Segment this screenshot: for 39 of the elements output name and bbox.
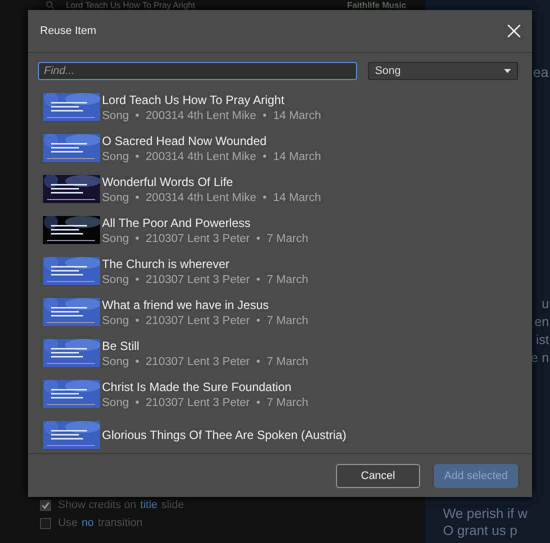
lyric-line: O grant us p [443,522,518,539]
item-title[interactable]: What a friend we have in Jesus [102,298,308,312]
type-dropdown[interactable]: Song [368,62,518,80]
checkbox[interactable] [40,518,51,528]
dialog-title: Reuse Item [40,25,96,37]
lyric-line: We perish if w [443,505,529,522]
item-title[interactable]: O Sacred Head Now Wounded [102,134,322,148]
item-details: Song • 200314 4th Lent Mike • 14 March [102,150,322,162]
preview-text: en [534,313,549,331]
search-text: Lord Teach Us How To Pray Aright [66,0,196,10]
item-title[interactable]: All The Poor And Powerless [102,216,308,230]
item-title[interactable]: Be Still [102,338,308,352]
checkbox[interactable] [40,500,51,510]
brand-logo-text: Faithlife Music [347,0,406,10]
item-title[interactable]: Glorious Things Of Thee Are Spoken (Austria) [102,428,346,442]
cancel-button[interactable]: Cancel [336,464,420,488]
item-details: Song • 200314 4th Lent Mike • 14 March [102,110,322,122]
item-title[interactable]: The Church is wherever [102,256,308,270]
item-details: Song • 210307 Lent 3 Peter • 7 March [102,396,308,408]
item-details: Song • 210307 Lent 3 Peter • 7 March [102,232,308,244]
preview-text: u [542,295,549,313]
option-link[interactable]: no [82,517,94,529]
preview-text: ist [536,331,549,349]
item-details: Song • 210307 Lent 3 Peter • 7 March [102,314,308,326]
caret-icon [504,69,511,73]
option-link[interactable]: title [140,499,158,511]
option-label: Show credits on [58,499,136,511]
item-title[interactable]: Christ Is Made the Sure Foundation [102,380,308,394]
option-label: Use [58,517,78,529]
option-label: transition [98,517,142,529]
item-details: Song • 210307 Lent 3 Peter • 7 March [102,356,308,368]
item-title[interactable]: Wonderful Words Of Life [102,174,322,188]
search-field[interactable]: Find... [38,62,357,80]
preview-heading: ea [533,64,550,80]
option-label: slide [161,499,184,511]
item-title[interactable]: Lord Teach Us How To Pray Aright [102,92,322,106]
item-details: Song • 200314 4th Lent Mike • 14 March [102,192,322,204]
close-icon[interactable] [506,23,522,39]
item-details: Song • 210307 Lent 3 Peter • 7 March [102,274,308,286]
